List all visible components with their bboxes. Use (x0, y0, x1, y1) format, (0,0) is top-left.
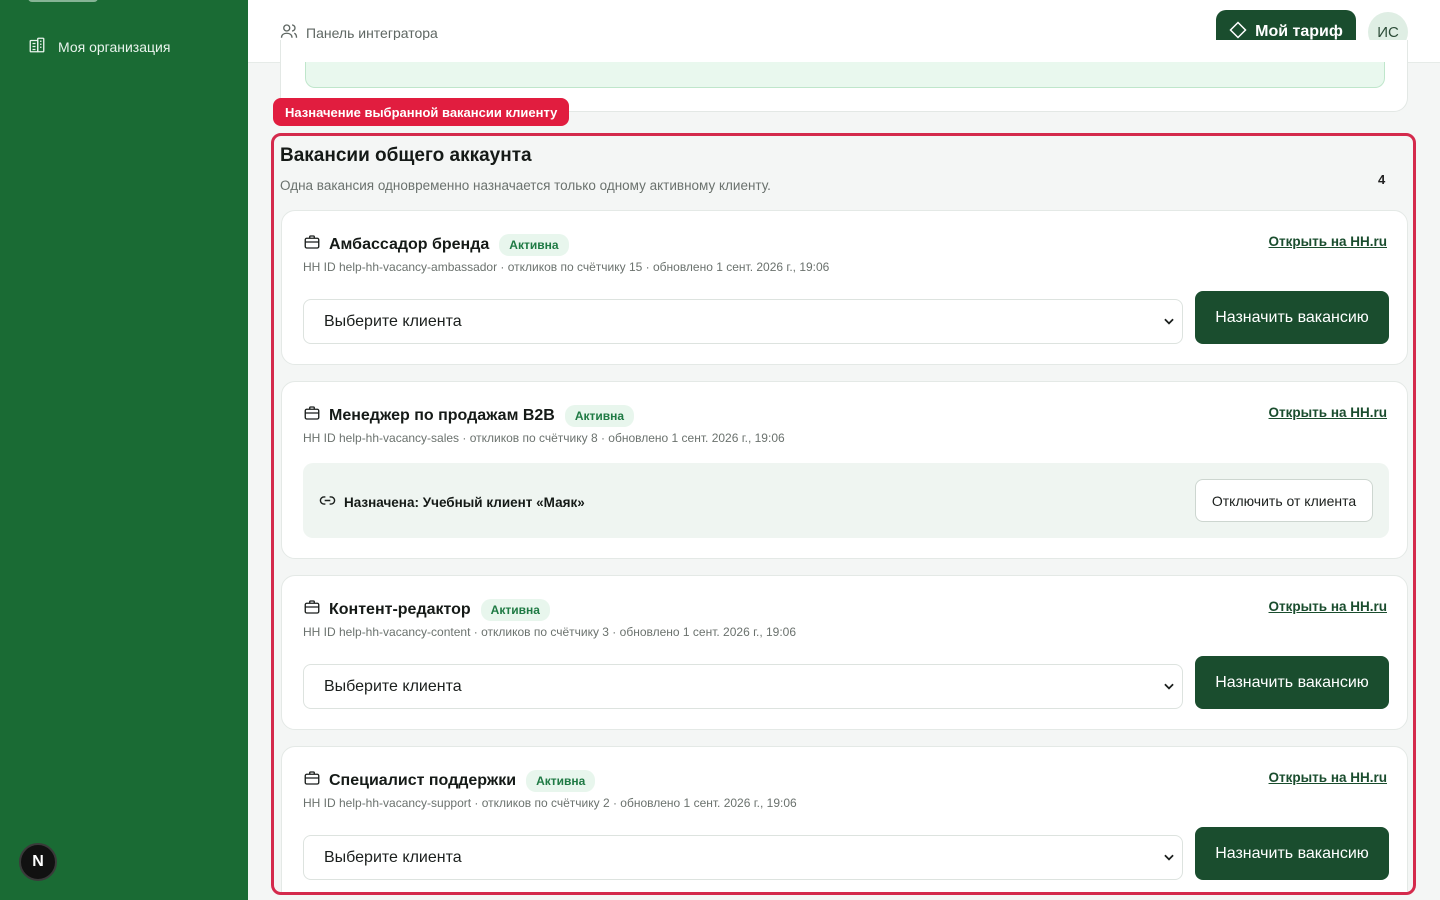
tariff-button-label: Мой тариф (1255, 23, 1343, 40)
chevron-down-icon (1162, 679, 1176, 693)
annotation-tag: Назначение выбранной вакансии клиенту (273, 98, 570, 126)
vacancy-card: Контент-редактор Активна Открыть на HH.r… (281, 575, 1408, 730)
open-on-hh-link[interactable]: Открыть на HH.ru (1269, 599, 1387, 614)
client-select-value: Выберите клиента (324, 677, 462, 695)
vacancy-title: Менеджер по продажам B2B (329, 406, 555, 424)
detach-client-button[interactable]: Отключить от клиента (1195, 479, 1373, 522)
vacancy-title: Контент-редактор (329, 600, 471, 618)
dev-tools-badge[interactable]: N (19, 843, 57, 881)
assign-vacancy-button[interactable]: Назначить вакансию (1195, 656, 1389, 709)
previous-card-notice (305, 62, 1385, 88)
vacancy-header: Амбассадор бренда Активна (303, 233, 569, 256)
open-on-hh-link[interactable]: Открыть на HH.ru (1269, 405, 1387, 420)
assign-vacancy-button[interactable]: Назначить вакансию (1195, 291, 1389, 344)
sidebar-item-label: Моя организация (58, 38, 171, 55)
assigned-client-text: Назначена: Учебный клиент «Маяк» (344, 494, 585, 510)
building-icon (28, 36, 46, 57)
briefcase-icon (303, 598, 321, 621)
vacancy-header: Контент-редактор Активна (303, 598, 550, 621)
status-badge: Активна (526, 769, 596, 792)
client-select[interactable]: Выберите клиента (303, 835, 1183, 880)
vacancy-title: Амбассадор бренда (329, 235, 490, 253)
briefcase-icon (303, 404, 321, 427)
sidebar-item-my-organization[interactable]: Моя организация (28, 36, 170, 57)
vacancy-meta: HH ID help-hh-vacancy-content · откликов… (303, 625, 797, 639)
section-subtitle: Одна вакансия одновременно назначается т… (280, 178, 771, 193)
vacancy-header: Менеджер по продажам B2B Активна (303, 404, 635, 427)
open-on-hh-link[interactable]: Открыть на HH.ru (1269, 770, 1387, 785)
link-icon (319, 492, 336, 512)
vacancy-card: Амбассадор бренда Активна Открыть на HH.… (281, 210, 1408, 365)
vacancy-card: Менеджер по продажам B2B Активна Открыть… (281, 381, 1408, 559)
vacancy-title: Специалист поддержки (329, 771, 517, 789)
shared-vacancies-section: Вакансии общего аккаунта Одна вакансия о… (271, 133, 1416, 895)
vacancy-count: 4 (1378, 172, 1386, 187)
vacancy-meta: HH ID help-hh-vacancy-ambassador · откли… (303, 260, 830, 274)
sidebar-item-fragment (28, 0, 98, 2)
sidebar: Моя организация N (0, 0, 248, 900)
vacancy-meta: HH ID help-hh-vacancy-sales · откликов п… (303, 431, 785, 445)
open-on-hh-link[interactable]: Открыть на HH.ru (1269, 234, 1387, 249)
vacancy-meta: HH ID help-hh-vacancy-support · откликов… (303, 796, 797, 810)
assigned-client-box: Назначена: Учебный клиент «Маяк» Отключи… (303, 463, 1389, 538)
vacancy-header: Специалист поддержки Активна (303, 769, 596, 792)
client-select[interactable]: Выберите клиента (303, 299, 1183, 344)
vacancy-card: Специалист поддержки Активна Открыть на … (281, 746, 1408, 892)
client-select[interactable]: Выберите клиента (303, 664, 1183, 709)
status-badge: Активна (564, 404, 635, 427)
client-select-value: Выберите клиента (324, 312, 462, 330)
client-select-value: Выберите клиента (324, 848, 462, 866)
chevron-down-icon (1162, 850, 1176, 864)
status-badge: Активна (499, 233, 569, 256)
briefcase-icon (303, 769, 321, 792)
assign-vacancy-button[interactable]: Назначить вакансию (1195, 827, 1389, 880)
assigned-client-label: Назначена: Учебный клиент «Маяк» (319, 492, 585, 512)
status-badge: Активна (480, 598, 550, 621)
briefcase-icon (303, 233, 321, 256)
breadcrumb-label: Панель интегратора (306, 24, 438, 41)
section-title: Вакансии общего аккаунта (280, 145, 532, 166)
chevron-down-icon (1162, 314, 1176, 328)
